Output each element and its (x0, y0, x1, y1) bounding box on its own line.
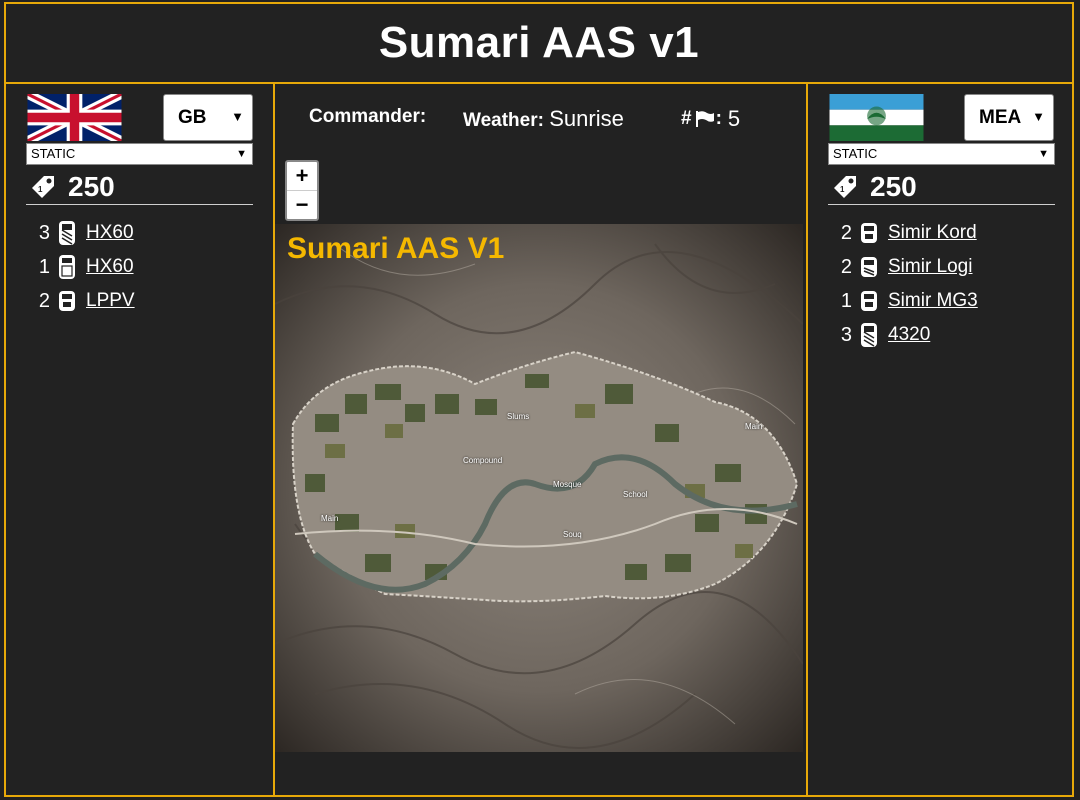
layer-info-bar: Commander: Weather: Sunrise # : 5 (309, 102, 779, 134)
list-item: 2 Simir Kord (838, 216, 978, 250)
vehicle-count: 3 (840, 323, 852, 346)
flag-count-colon: : (715, 108, 722, 129)
svg-text:1: 1 (38, 185, 43, 194)
vehicle-count: 2 (840, 255, 852, 278)
ticket-icon: 1 (834, 176, 856, 198)
vehicle-count: 2 (840, 221, 852, 244)
heavy-vehicle-icon (861, 323, 877, 347)
right-mode-value: STATIC (833, 146, 878, 161)
right-faction-select[interactable]: MEA ▼ (964, 94, 1054, 141)
left-mode-select[interactable]: STATIC ▼ (26, 143, 253, 165)
left-vehicle-list: 3 HX60 1 HX60 2 LPPV (36, 216, 135, 318)
map-point: Compound (463, 456, 503, 465)
map-main-left: Main (321, 514, 339, 523)
right-vehicle-list: 2 Simir Kord 2 Simir Logi 1 Simir MG3 3 … (838, 216, 978, 352)
list-item: 1 HX60 (36, 250, 135, 284)
car-icon (861, 223, 877, 243)
chevron-down-icon: ▼ (231, 109, 244, 124)
right-tickets: 1 250 (828, 170, 1055, 205)
weather-value: Sunrise (549, 106, 624, 131)
map-main-right: Main (745, 422, 763, 431)
logi-truck-icon (861, 257, 877, 277)
vehicle-count: 2 (38, 289, 50, 312)
map-point: School (623, 490, 648, 499)
svg-text:1: 1 (840, 185, 845, 194)
weather-label: Weather: (463, 110, 544, 131)
map-zoom-control: + − (285, 160, 319, 221)
car-icon (861, 291, 877, 311)
list-item: 3 4320 (838, 318, 978, 352)
flag-count-info: # : 5 (681, 106, 740, 132)
vehicle-link[interactable]: 4320 (888, 324, 930, 346)
list-item: 3 HX60 (36, 216, 135, 250)
map-title: Sumari AAS V1 (287, 232, 505, 265)
map-point: Mosque (553, 480, 582, 489)
commander-label: Commander: (309, 106, 427, 127)
right-mode-select[interactable]: STATIC ▼ (828, 143, 1055, 165)
chevron-down-icon: ▼ (236, 148, 247, 160)
vehicle-count: 3 (38, 221, 50, 244)
vehicle-link[interactable]: Simir MG3 (888, 290, 978, 312)
left-faction-value: GB (178, 106, 207, 128)
weather-info: Weather: Sunrise (463, 106, 624, 132)
mea-flag (829, 94, 924, 141)
map-image (275, 224, 803, 752)
flag-count-value: 5 (727, 106, 741, 131)
left-faction-select[interactable]: GB ▼ (163, 94, 253, 141)
map-point: Slums (507, 412, 530, 421)
flag-icon (695, 111, 714, 127)
zoom-out-button[interactable]: − (287, 190, 317, 219)
map-point: Souq (563, 530, 582, 539)
car-icon (59, 291, 75, 311)
vehicle-link[interactable]: HX60 (86, 222, 134, 244)
united-kingdom-flag (27, 94, 122, 141)
right-ticket-count: 250 (870, 171, 917, 202)
vehicle-link[interactable]: HX60 (86, 256, 134, 278)
zoom-in-button[interactable]: + (287, 162, 317, 190)
vehicle-link[interactable]: LPPV (86, 290, 135, 312)
left-mode-value: STATIC (31, 146, 76, 161)
vehicle-count: 1 (38, 255, 50, 278)
list-item: 2 LPPV (36, 284, 135, 318)
list-item: 1 Simir MG3 (838, 284, 978, 318)
left-ticket-count: 250 (68, 171, 115, 202)
map-panel: Commander: Weather: Sunrise # : 5 + − Su… (273, 82, 808, 797)
list-item: 2 Simir Logi (838, 250, 978, 284)
ticket-icon: 1 (32, 176, 54, 198)
heavy-vehicle-icon (59, 221, 75, 245)
vehicle-count: 1 (840, 289, 852, 312)
map-view[interactable]: Sumari AAS V1 Slums Compound Mosque Scho… (275, 224, 803, 752)
left-team-panel: GB ▼ STATIC ▼ 1 250 3 HX60 1 HX60 2 LPPV (4, 82, 275, 797)
right-faction-value: MEA (979, 106, 1022, 128)
page-title: Sumari AAS v1 (378, 18, 700, 67)
chevron-down-icon: ▼ (1032, 109, 1045, 124)
vehicle-link[interactable]: Simir Logi (888, 256, 972, 278)
flag-count-label: # (681, 108, 692, 129)
chevron-down-icon: ▼ (1038, 148, 1049, 160)
right-team-panel: MEA ▼ STATIC ▼ 1 250 2 Simir Kord 2 Simi… (806, 82, 1074, 797)
left-tickets: 1 250 (26, 170, 253, 205)
header: Sumari AAS v1 (4, 2, 1074, 84)
vehicle-link[interactable]: Simir Kord (888, 222, 977, 244)
truck-icon (59, 255, 75, 279)
